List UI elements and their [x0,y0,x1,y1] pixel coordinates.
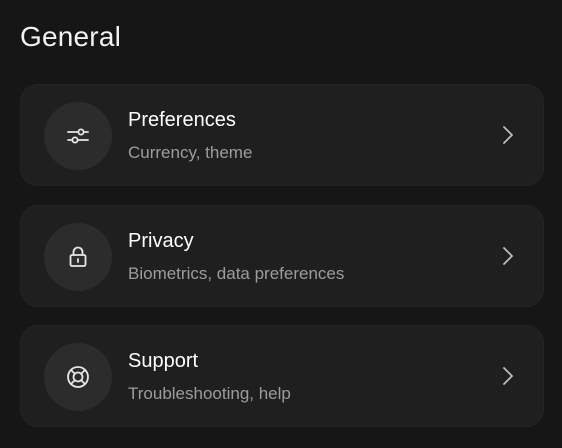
settings-item-title: Preferences [128,109,236,131]
settings-item-subtitle: Troubleshooting, help [128,384,291,403]
settings-item-title: Privacy [128,230,194,252]
icon-circle [44,343,112,411]
chevron-right-icon [501,245,515,267]
lock-icon [69,246,87,267]
section-title: General [20,21,122,52]
settings-item-preferences[interactable]: Preferences Currency, theme [20,84,544,186]
chevron-right-icon [501,124,515,146]
settings-item-subtitle: Currency, theme [128,143,253,162]
settings-item-support[interactable]: Support Troubleshooting, help [20,325,544,427]
settings-item-privacy[interactable]: Privacy Biometrics, data preferences [20,205,544,307]
icon-circle [44,102,112,170]
lifebuoy-icon [67,366,89,388]
settings-item-subtitle: Biometrics, data preferences [128,264,345,283]
chevron-right-icon [501,365,515,387]
sliders-icon [67,128,89,144]
icon-circle [44,223,112,291]
settings-item-title: Support [128,350,199,372]
